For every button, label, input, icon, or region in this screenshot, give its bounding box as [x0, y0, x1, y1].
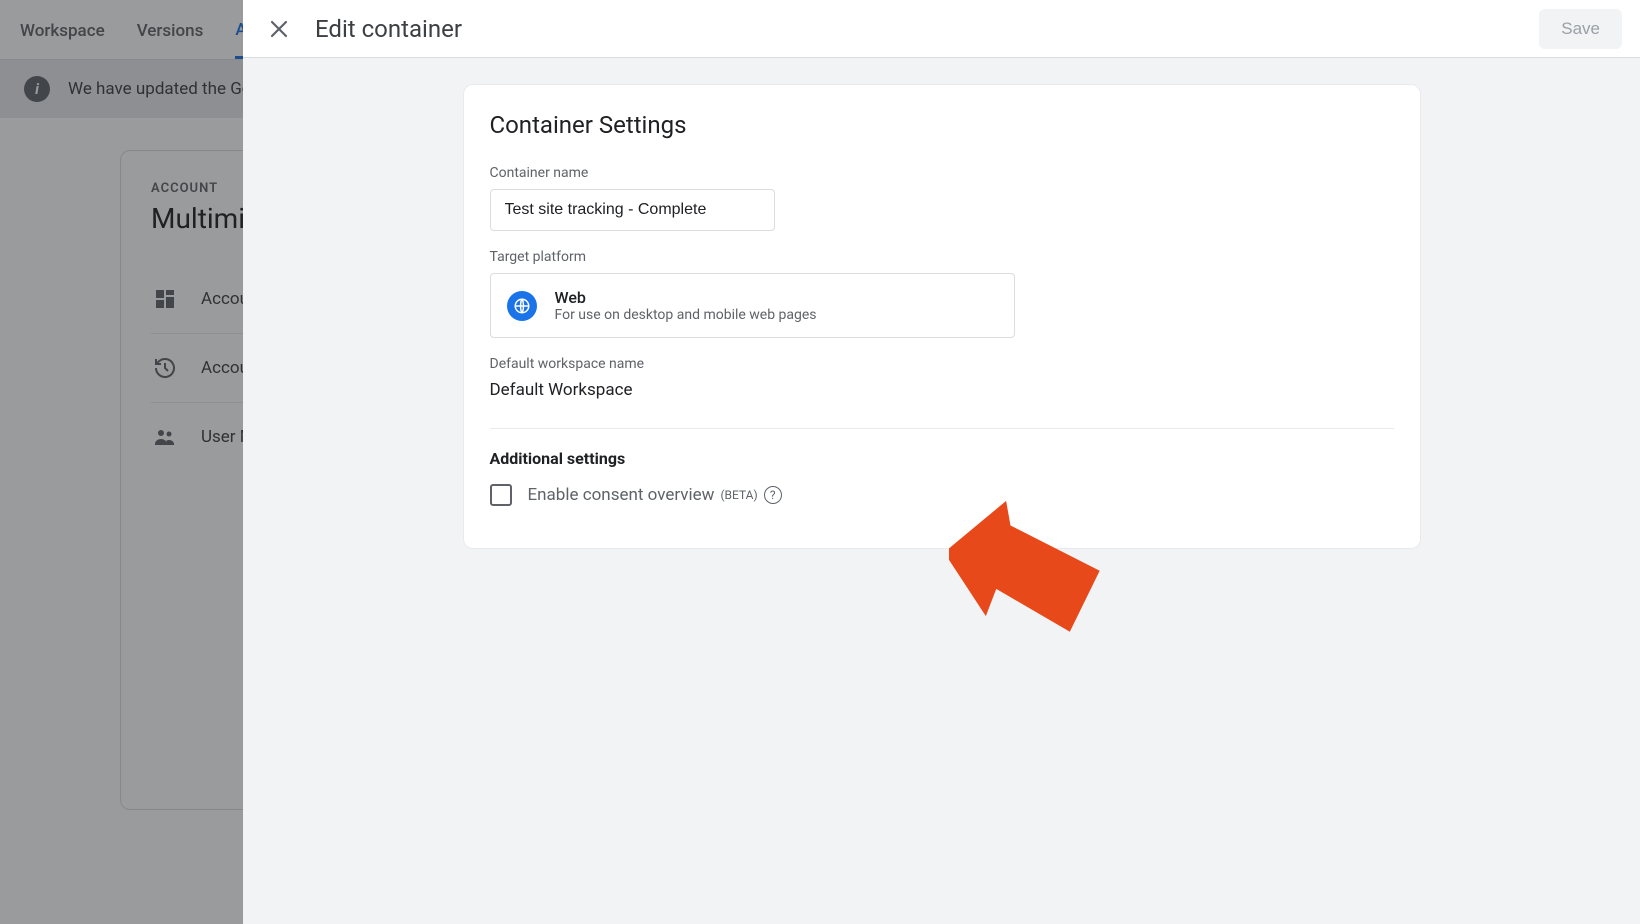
container-name-input[interactable]	[490, 189, 775, 231]
default-workspace-value: Default Workspace	[490, 380, 1394, 400]
help-icon[interactable]: ?	[764, 486, 782, 504]
container-name-label: Container name	[490, 165, 1394, 181]
consent-overview-row: Enable consent overview (BETA) ?	[490, 484, 1394, 506]
divider	[490, 428, 1394, 429]
additional-settings-title: Additional settings	[490, 449, 1394, 468]
drawer-title: Edit container	[315, 15, 1521, 43]
target-platform-label: Target platform	[490, 249, 1394, 265]
drawer-header: Edit container Save	[243, 0, 1640, 58]
consent-overview-label: Enable consent overview (BETA) ?	[528, 485, 782, 505]
target-platform-box[interactable]: Web For use on desktop and mobile web pa…	[490, 273, 1015, 338]
consent-overview-checkbox[interactable]	[490, 484, 512, 506]
drawer-body: Container Settings Container name Target…	[243, 58, 1640, 924]
close-button[interactable]	[261, 11, 297, 47]
container-settings-card: Container Settings Container name Target…	[463, 84, 1421, 549]
close-icon	[269, 19, 289, 39]
edit-container-drawer: Edit container Save Container Settings C…	[243, 0, 1640, 924]
consent-label-text: Enable consent overview	[528, 485, 715, 505]
save-button[interactable]: Save	[1539, 9, 1622, 49]
beta-badge: (BETA)	[720, 488, 757, 502]
globe-icon	[507, 291, 537, 321]
platform-description: For use on desktop and mobile web pages	[555, 307, 817, 323]
card-title: Container Settings	[490, 111, 1394, 139]
platform-name: Web	[555, 288, 817, 307]
default-workspace-label: Default workspace name	[490, 356, 1394, 372]
